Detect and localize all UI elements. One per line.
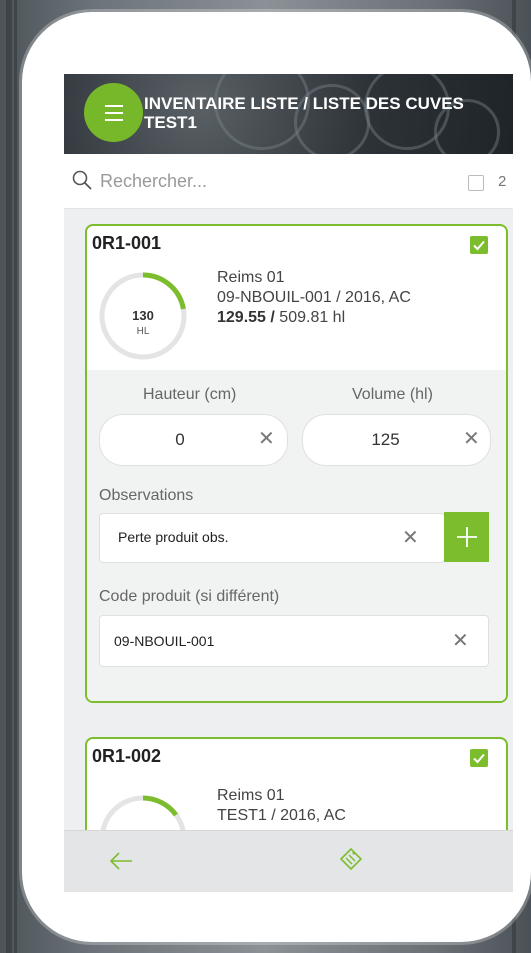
menu-button[interactable]	[84, 83, 143, 142]
select-all-checkbox[interactable]	[468, 175, 484, 191]
arrow-left-icon[interactable]	[108, 850, 134, 872]
phone-frame: INVENTAIRE LISTE / LISTE DES CUVES TEST1…	[22, 12, 531, 942]
tank-detail-panel: Hauteur (cm) Volume (hl) 0 ✕ 125 ✕ Obser…	[87, 370, 506, 701]
clear-code-icon[interactable]: ✕	[452, 631, 469, 651]
page-title: INVENTAIRE LISTE / LISTE DES CUVES TEST1	[144, 94, 464, 132]
tank-product: 09-NBOUIL-001 / 2016, AC	[217, 289, 411, 306]
clear-volume-icon[interactable]: ✕	[463, 429, 480, 449]
volume-value: 125	[371, 430, 400, 449]
tank-info: Reims 01 09-NBOUIL-001 / 2016, AC 129.55…	[217, 268, 411, 328]
tank-id: 0R1-001	[92, 233, 162, 253]
clear-height-icon[interactable]: ✕	[258, 429, 275, 449]
app-header: INVENTAIRE LISTE / LISTE DES CUVES TEST1	[64, 74, 513, 154]
bottom-toolbar	[64, 830, 513, 892]
observations-value: Perte produit obs.	[118, 529, 229, 545]
tag-scan-icon[interactable]	[337, 844, 365, 874]
selected-count: 2	[498, 173, 507, 190]
hamburger-icon	[104, 104, 123, 107]
product-code-input[interactable]: 09-NBOUIL-001 ✕	[99, 615, 489, 667]
checkbox-checked-icon[interactable]	[470, 749, 488, 767]
clear-observations-icon[interactable]: ✕	[402, 528, 419, 548]
tank-volume: 129.55 / 509.81 hl	[217, 308, 411, 328]
checkbox-checked-icon[interactable]	[470, 236, 488, 254]
tank-info: Reims 01 TEST1 / 2016, AC	[217, 786, 346, 826]
title-line-2: TEST1	[144, 113, 197, 132]
volume-current: 129.55	[217, 309, 266, 326]
tank-card[interactable]: 0R1-001 130 HL Reims 01 09-NBOUIL-001 / …	[85, 224, 508, 703]
tank-location: Reims 01	[217, 269, 285, 286]
search-input[interactable]	[100, 168, 400, 194]
app-screen: INVENTAIRE LISTE / LISTE DES CUVES TEST1…	[64, 74, 513, 892]
add-observation-button[interactable]	[444, 512, 489, 562]
gauge-unit: HL	[136, 326, 150, 337]
height-input[interactable]: 0 ✕	[99, 414, 288, 466]
search-bar: 2	[64, 154, 513, 209]
tank-product: TEST1 / 2016, AC	[217, 807, 346, 824]
height-value: 0	[175, 430, 185, 449]
search-icon	[72, 170, 92, 190]
product-code-value: 09-NBOUIL-001	[114, 633, 215, 649]
tank-location: Reims 01	[217, 787, 285, 804]
observations-input[interactable]: Perte produit obs. ✕	[99, 513, 445, 563]
code-label: Code produit (si différent)	[99, 588, 280, 605]
observations-label: Observations	[99, 487, 194, 504]
gauge-value: 130	[132, 308, 154, 323]
title-line-1: INVENTAIRE LISTE / LISTE DES CUVES	[144, 94, 464, 113]
volume-label: Volume (hl)	[352, 386, 433, 403]
volume-separator: /	[270, 309, 275, 326]
volume-input[interactable]: 125 ✕	[302, 414, 491, 466]
tank-id: 0R1-002	[92, 746, 162, 766]
volume-total: 509.81 hl	[279, 309, 346, 326]
height-label: Hauteur (cm)	[143, 386, 237, 403]
plus-icon	[456, 527, 477, 547]
